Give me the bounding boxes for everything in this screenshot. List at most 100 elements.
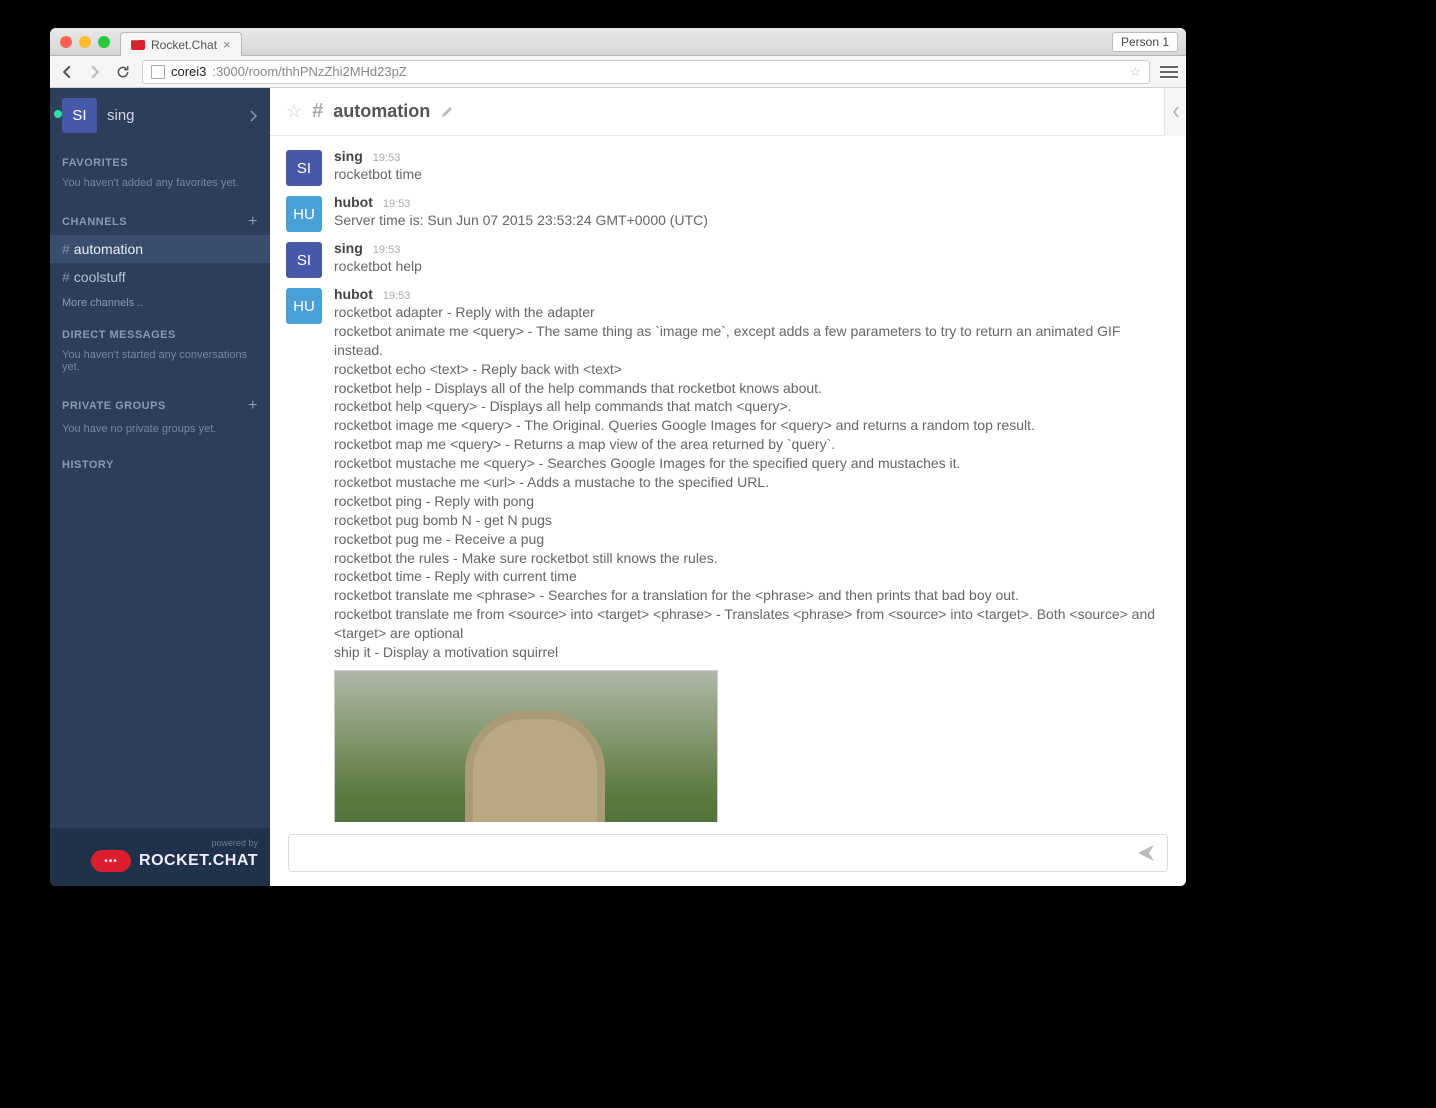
address-bar: corei3:3000/room/thhPNzZhi2MHd23pZ ☆ [50, 56, 1186, 88]
favorites-header: FAVORITES [50, 143, 270, 173]
reload-button[interactable] [114, 63, 132, 81]
user-avatar: SI [62, 98, 97, 133]
message-line: rocketbot time - Reply with current time [334, 567, 1170, 586]
message-line: rocketbot pug me - Receive a pug [334, 530, 1170, 549]
message-line: rocketbot time [334, 165, 1170, 184]
forward-button[interactable] [86, 63, 104, 81]
current-user[interactable]: SI sing [50, 88, 270, 143]
brand-text: ROCKET.CHAT [139, 852, 258, 870]
user-name: sing [107, 107, 238, 124]
right-panel-toggle[interactable] [1164, 88, 1186, 136]
window-controls [60, 36, 110, 48]
message-line: rocketbot translate me <phrase> - Search… [334, 586, 1170, 605]
presence-indicator [54, 110, 62, 118]
message-text: rocketbot time [334, 165, 1170, 184]
dm-empty-hint: You haven't started any conversations ye… [50, 345, 270, 383]
browser-tab[interactable]: Rocket.Chat × [120, 32, 242, 56]
message-line: rocketbot pug bomb N - get N pugs [334, 511, 1170, 530]
url-input[interactable]: corei3:3000/room/thhPNzZhi2MHd23pZ ☆ [142, 60, 1150, 84]
tab-strip: Rocket.Chat × [120, 32, 242, 56]
channel-title: automation [333, 101, 430, 122]
message-line: rocketbot help - Displays all of the hel… [334, 379, 1170, 398]
message: SI sing 19:53rocketbot time [270, 144, 1186, 190]
groups-empty-hint: You have no private groups yet. [50, 419, 270, 445]
message: HU hubot19:53rocketbot adapter - Reply wi… [270, 282, 1186, 822]
groups-header: PRIVATE GROUPS + [50, 383, 270, 419]
message-time: 19:53 [373, 244, 401, 256]
close-window-button[interactable] [60, 36, 72, 48]
message-line: rocketbot the rules - Make sure rocketbo… [334, 549, 1170, 568]
message-line: rocketbot mustache me <query> - Searches… [334, 454, 1170, 473]
history-header[interactable]: HISTORY [50, 445, 270, 475]
message-avatar: HU [286, 288, 322, 324]
browser-window: Rocket.Chat × Person 1 corei3:3000/room/… [50, 28, 1186, 886]
sidebar-channel-automation[interactable]: #automation [50, 235, 270, 263]
minimize-window-button[interactable] [79, 36, 91, 48]
url-path: :3000/room/thhPNzZhi2MHd23pZ [212, 64, 406, 79]
message-body: hubot19:53rocketbot adapter - Reply with… [334, 286, 1170, 822]
message-line: rocketbot image me <query> - The Origina… [334, 416, 1170, 435]
message-line: rocketbot help <query> - Displays all he… [334, 397, 1170, 416]
channel-name: coolstuff [74, 269, 126, 285]
message-line: rocketbot ping - Reply with pong [334, 492, 1170, 511]
message-time: 19:53 [373, 152, 401, 164]
message-username: sing [334, 148, 363, 164]
message-body: sing 19:53rocketbot time [334, 148, 1170, 186]
hash-icon: # [312, 100, 323, 123]
add-group-button[interactable]: + [248, 397, 258, 415]
message-line: rocketbot adapter - Reply with the adapt… [334, 303, 1170, 322]
edit-icon[interactable] [440, 105, 454, 119]
message-line: rocketbot animate me <query> - The same … [334, 322, 1170, 360]
chevron-right-icon [248, 109, 258, 123]
message-body: hubot 19:53Server time is: Sun Jun 07 201… [334, 194, 1170, 232]
titlebar: Rocket.Chat × Person 1 [50, 28, 1186, 56]
brand-logo: ••• ROCKET.CHAT [62, 850, 258, 872]
powered-by-label: powered by [62, 838, 258, 848]
message-input[interactable] [301, 845, 1137, 861]
message-avatar: SI [286, 150, 322, 186]
message-text: rocketbot adapter - Reply with the adapt… [334, 303, 1170, 662]
channels-header: CHANNELS + [50, 199, 270, 235]
sidebar-footer: powered by ••• ROCKET.CHAT [50, 828, 270, 886]
message-text: rocketbot help [334, 257, 1170, 276]
channel-name: automation [74, 241, 143, 257]
message-username: hubot [334, 286, 373, 302]
profile-chip[interactable]: Person 1 [1112, 32, 1178, 52]
message-text: Server time is: Sun Jun 07 2015 23:53:24… [334, 211, 1170, 230]
page-icon [151, 65, 165, 79]
message-header: hubot 19:53 [334, 194, 1170, 210]
send-icon[interactable] [1137, 844, 1155, 862]
close-tab-icon[interactable]: × [223, 37, 231, 52]
message-line: rocketbot mustache me <url> - Adds a mus… [334, 473, 1170, 492]
tab-title: Rocket.Chat [151, 38, 217, 52]
rocketchat-app: SI sing FAVORITES You haven't added any … [50, 88, 1186, 886]
sidebar: SI sing FAVORITES You haven't added any … [50, 88, 270, 886]
maximize-window-button[interactable] [98, 36, 110, 48]
bookmark-star-icon[interactable]: ☆ [1129, 64, 1141, 80]
message-image[interactable] [334, 670, 718, 822]
message-line: rocketbot translate me from <source> int… [334, 605, 1170, 643]
channel-list: #automation#coolstuff [50, 235, 270, 291]
hash-icon: # [62, 241, 70, 257]
message-header: sing 19:53 [334, 240, 1170, 256]
message-line: Server time is: Sun Jun 07 2015 23:53:24… [334, 211, 1170, 230]
favorite-star-icon[interactable]: ☆ [286, 101, 302, 122]
message-time: 19:53 [383, 198, 411, 210]
message-line: rocketbot echo <text> - Reply back with … [334, 360, 1170, 379]
message-username: hubot [334, 194, 373, 210]
message-header: sing 19:53 [334, 148, 1170, 164]
hash-icon: # [62, 269, 70, 285]
sidebar-channel-coolstuff[interactable]: #coolstuff [50, 263, 270, 291]
message-line: ship it - Display a motivation squirrel [334, 643, 1170, 662]
message-input-box[interactable] [288, 834, 1168, 872]
message: SIsing19:53rocketbot help [270, 236, 1186, 282]
message-line: rocketbot map me <query> - Returns a map… [334, 435, 1170, 454]
browser-menu-button[interactable] [1160, 63, 1178, 81]
message-username: sing [334, 240, 363, 256]
tab-favicon [131, 40, 145, 50]
add-channel-button[interactable]: + [248, 213, 258, 231]
back-button[interactable] [58, 63, 76, 81]
dm-header: DIRECT MESSAGES [50, 315, 270, 345]
more-channels-link[interactable]: More channels .. [50, 291, 270, 315]
favorites-empty-hint: You haven't added any favorites yet. [50, 173, 270, 199]
